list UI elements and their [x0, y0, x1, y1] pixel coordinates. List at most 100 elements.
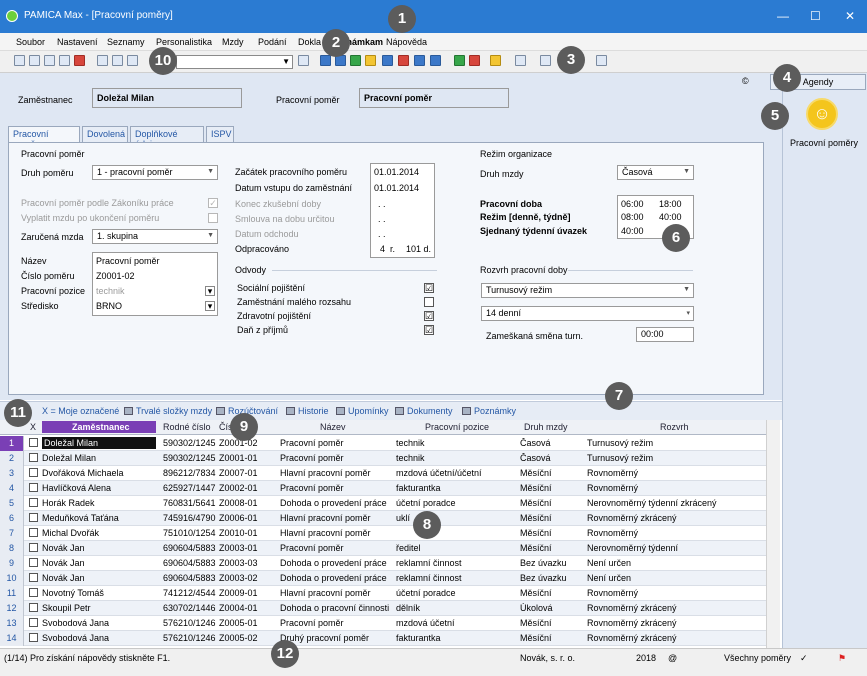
rezim-tyden-field[interactable]: 40:00: [659, 212, 682, 222]
table-row[interactable]: 7 Michal Dvořák 751010/1254 Z0010-01 Hlavní …: [0, 526, 766, 541]
stredisko-field[interactable]: BRNO: [96, 301, 122, 311]
close-button[interactable]: ✕: [845, 9, 855, 23]
menu-napoveda[interactable]: Nápověda: [386, 37, 427, 47]
menu-seznamy[interactable]: Seznamy: [107, 37, 145, 47]
zakonik-checkbox[interactable]: ✓: [208, 198, 218, 208]
row-checkbox[interactable]: [29, 558, 38, 567]
col-rodne-cislo[interactable]: Rodné číslo: [163, 422, 211, 432]
maximize-button[interactable]: ☐: [810, 9, 821, 23]
zarucena-mzda-select[interactable]: 1. skupina ▼: [92, 229, 218, 244]
filter-icon[interactable]: [454, 55, 465, 66]
rozvrh-select[interactable]: Turnusový režim ▼: [481, 283, 694, 298]
rezim-den-field[interactable]: 08:00: [621, 212, 644, 222]
filter-off-icon[interactable]: [469, 55, 480, 66]
table-row[interactable]: 5 Horák Radek 760831/5641 Z0008-01 Dohoda o …: [0, 496, 766, 511]
row-checkbox[interactable]: [29, 468, 38, 477]
row-checkbox[interactable]: [29, 573, 38, 582]
table-row[interactable]: 4 Havlíčková Alena 625927/1447 Z0002-01 Prac…: [0, 481, 766, 496]
row-checkbox[interactable]: [29, 498, 38, 507]
nazev-field[interactable]: Pracovní poměr: [96, 256, 160, 266]
row-checkbox[interactable]: [29, 513, 38, 522]
druh-mzdy-select[interactable]: Časová ▼: [617, 165, 694, 180]
tab-upominky[interactable]: Upomínky: [336, 406, 389, 416]
open-icon[interactable]: [14, 55, 25, 66]
table-row[interactable]: 12 Skoupil Petr 630702/1446 Z0004-01 Dohoda …: [0, 601, 766, 616]
row-checkbox[interactable]: [29, 438, 38, 447]
save-all-icon[interactable]: [127, 55, 138, 66]
delete-icon[interactable]: [398, 55, 409, 66]
tab-moje-oznacene[interactable]: X = Moje označené: [42, 406, 119, 416]
row-checkbox[interactable]: [29, 603, 38, 612]
table-row[interactable]: 1 Doležal Milan 590302/1245 Z0001-02 Pracovn…: [0, 436, 766, 451]
copy-icon[interactable]: [29, 55, 40, 66]
prac-doba-from[interactable]: 06:00: [621, 199, 644, 209]
row-checkbox[interactable]: [29, 633, 38, 642]
pozice-field[interactable]: technik: [96, 286, 125, 296]
row-checkbox[interactable]: [29, 588, 38, 597]
row-checkbox[interactable]: [29, 618, 38, 627]
smlouva-field[interactable]: . .: [378, 214, 386, 224]
vyplatit-checkbox[interactable]: [208, 213, 218, 223]
col-druh-mzdy[interactable]: Druh mzdy: [524, 422, 568, 432]
table-row[interactable]: 3 Dvořáková Michaela 896212/7834 Z0007-01 Hl…: [0, 466, 766, 481]
menu-soubor[interactable]: Soubor: [16, 37, 45, 47]
tools-icon[interactable]: [44, 55, 55, 66]
help-icon[interactable]: [596, 55, 607, 66]
minimize-button[interactable]: —: [777, 9, 789, 23]
konec-field[interactable]: . .: [378, 199, 386, 209]
row-checkbox[interactable]: [29, 543, 38, 552]
clear-filter-icon[interactable]: [298, 55, 309, 66]
row-checkbox[interactable]: [29, 483, 38, 492]
print-icon[interactable]: [74, 55, 85, 66]
toolbar-combo[interactable]: ▼: [176, 55, 293, 69]
zameskana-field[interactable]: 00:00: [636, 327, 694, 342]
odchod-field[interactable]: . .: [378, 229, 386, 239]
uvazek-field[interactable]: 40:00: [621, 226, 644, 236]
menu-nastaveni[interactable]: Nastavení: [57, 37, 98, 47]
tab-poznamky[interactable]: Poznámky: [462, 406, 516, 416]
folder-icon[interactable]: [490, 55, 501, 66]
table-row[interactable]: 14 Svobodová Jana 576210/1246 Z0005-02 Druhý…: [0, 631, 766, 646]
grid-scrollbar[interactable]: [766, 420, 780, 648]
prac-doba-to[interactable]: 18:00: [659, 199, 682, 209]
preview-icon[interactable]: [59, 55, 70, 66]
turnus-select[interactable]: 14 denní ▾: [481, 306, 694, 321]
table-row[interactable]: 6 Meduňková Taťána 745916/4790 Z0006-01 Hlav…: [0, 511, 766, 526]
table-row[interactable]: 13 Svobodová Jana 576210/1246 Z0005-01 Praco…: [0, 616, 766, 631]
odvod-dan-checkbox[interactable]: ☑: [424, 325, 434, 335]
table-row[interactable]: 10 Novák Jan 690604/5883 Z0003-02 Dohoda o p…: [0, 571, 766, 586]
nav-first-icon[interactable]: [320, 55, 331, 66]
table-row[interactable]: 11 Novotný Tomáš 741212/4544 Z0009-01 Hlavní…: [0, 586, 766, 601]
row-checkbox[interactable]: [29, 453, 38, 462]
menu-doklady[interactable]: Dokla: [298, 37, 321, 47]
tab-trvale-slozky[interactable]: Trvalé složky mzdy: [124, 406, 212, 416]
cislo-field[interactable]: Z0001-02: [96, 271, 135, 281]
tab-pracovni-pomer[interactable]: Pracovní poměr: [8, 126, 80, 149]
status-filter[interactable]: Všechny poměry: [724, 653, 791, 663]
tab-dokumenty[interactable]: Dokumenty: [395, 406, 453, 416]
tab-doplnkove-udaje[interactable]: Doplňkové údaje: [130, 126, 204, 149]
note-icon[interactable]: [540, 55, 551, 66]
odvod-zdravotni-checkbox[interactable]: ☑: [424, 311, 434, 321]
tab-dovolena[interactable]: Dovolená: [82, 126, 128, 142]
person-icon[interactable]: [350, 55, 361, 66]
menu-personalistika[interactable]: Personalistika: [156, 37, 212, 47]
new-icon[interactable]: [97, 55, 108, 66]
menu-mzdy[interactable]: Mzdy: [222, 37, 244, 47]
tab-historie[interactable]: Historie: [286, 406, 329, 416]
relation-field[interactable]: Pracovní poměr: [359, 88, 509, 108]
list-icon[interactable]: [430, 55, 441, 66]
employee-field[interactable]: Doležal Milan: [92, 88, 242, 108]
save-icon[interactable]: [112, 55, 123, 66]
dropdown-icon[interactable]: ▾: [205, 286, 215, 296]
accessibility-icon[interactable]: ☺: [806, 98, 838, 130]
accessibility-icon[interactable]: [365, 55, 376, 66]
table-row[interactable]: 2 Doležal Milan 590302/1245 Z0001-01 Pracovn…: [0, 451, 766, 466]
druh-pomeru-select[interactable]: 1 - pracovní poměr ▼: [92, 165, 218, 180]
col-nazev[interactable]: Název: [320, 422, 346, 432]
col-rozvrh[interactable]: Rozvrh: [660, 422, 689, 432]
odvod-maly-rozsah-checkbox[interactable]: [424, 297, 434, 307]
col-pozice[interactable]: Pracovní pozice: [425, 422, 489, 432]
grid-icon[interactable]: [515, 55, 526, 66]
row-checkbox[interactable]: [29, 528, 38, 537]
